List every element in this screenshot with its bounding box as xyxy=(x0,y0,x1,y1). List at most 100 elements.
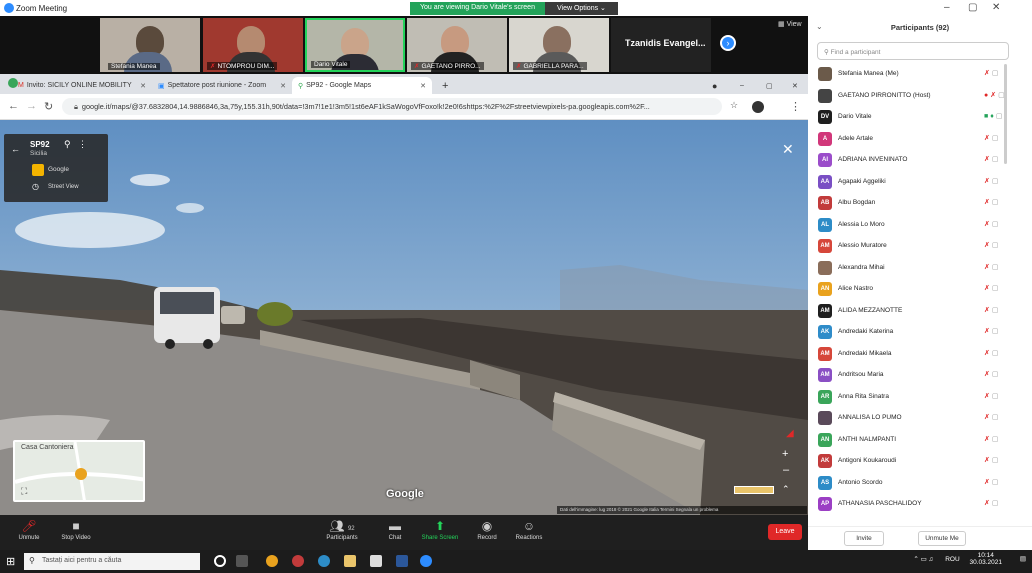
participant-row[interactable]: AS Antonio Scordo ✗▢ xyxy=(808,473,1032,494)
chrome-maximize-icon[interactable]: ▢ xyxy=(760,77,773,94)
participants-button[interactable]: 👥︎ 92 Participants xyxy=(320,519,364,541)
participant-row[interactable]: AN ANTHI NALMPANTI ✗▢ xyxy=(808,430,1032,451)
tab-invito[interactable]: M Invito: SICILY ONLINE MOBILITY ✕ xyxy=(12,77,152,94)
participant-row[interactable]: A Adele Artale ✗▢ xyxy=(808,129,1032,150)
task-view-icon[interactable] xyxy=(236,555,248,567)
participant-row[interactable]: AR Anna Rita Sinatra ✗▢ xyxy=(808,387,1032,408)
more-options-icon[interactable]: ⋮ xyxy=(78,139,87,150)
muted-mic-icon: 🎤︎ xyxy=(21,519,37,533)
participant-row[interactable]: GAETANO PIRRONITTO (Host) ●✗▢ xyxy=(808,86,1032,107)
history-clock-icon[interactable]: ◷ xyxy=(32,182,39,191)
chrome-taskbar-icon[interactable] xyxy=(266,555,278,567)
zoom-taskbar-icon[interactable] xyxy=(420,555,432,567)
back-icon[interactable]: ← xyxy=(8,100,19,112)
notifications-icon[interactable]: ▤ xyxy=(1020,556,1026,563)
tab-close-icon[interactable]: ✕ xyxy=(140,82,146,90)
avatar: A xyxy=(818,131,832,146)
imagery-thumbnails[interactable] xyxy=(734,486,774,494)
view-button[interactable]: ▦ View xyxy=(778,20,802,28)
camera-off-icon: ▢ xyxy=(991,457,1001,464)
participant-row[interactable]: AM ALIDA MEZZANOTTE ✗▢ xyxy=(808,301,1032,322)
opera-taskbar-icon[interactable] xyxy=(292,555,304,567)
forward-icon[interactable]: → xyxy=(26,100,37,112)
expand-map-icon[interactable]: ⛶ xyxy=(21,486,27,497)
unmute-me-button[interactable]: Unmute Me xyxy=(918,531,966,546)
share-screen-button[interactable]: ⬆ Share Screen xyxy=(420,519,460,541)
reload-icon[interactable]: ↻ xyxy=(44,100,53,113)
tab-zoom[interactable]: ▣ Spettatore post riunione - Zoom ✕ xyxy=(152,77,292,94)
minimize-icon[interactable]: – xyxy=(944,2,950,13)
clock[interactable]: 10:14 30.03.2021 xyxy=(969,552,1002,566)
word-icon[interactable] xyxy=(396,555,408,567)
leave-button[interactable]: Leave xyxy=(768,524,802,540)
edge-taskbar-icon[interactable] xyxy=(318,555,330,567)
maximize-icon[interactable]: ▢ xyxy=(968,2,977,13)
tab-close-icon[interactable]: ✕ xyxy=(280,82,286,90)
tab-label: Invito: SICILY ONLINE MOBILITY xyxy=(26,82,132,89)
participant-row[interactable]: AA Agapaki Aggeliki ✗▢ xyxy=(808,172,1032,193)
participant-row[interactable]: AN Alice Nastro ✗▢ xyxy=(808,279,1032,300)
new-tab-button[interactable]: + xyxy=(436,77,448,94)
video-thumbnail[interactable]: ✗ NTOMPROU DIM... xyxy=(203,18,303,72)
windows-start-icon[interactable]: ⊞ xyxy=(6,555,15,568)
chrome-record-icon[interactable]: ● xyxy=(706,77,717,94)
chrome-close-icon[interactable]: ✕ xyxy=(786,77,798,94)
tab-close-icon[interactable]: ✕ xyxy=(420,82,426,90)
expand-up-icon[interactable]: ⌃ xyxy=(782,484,790,495)
chrome-menu-icon[interactable]: ⋮ xyxy=(790,100,801,113)
mini-map[interactable]: Casa Cantoniera ⛶ xyxy=(13,440,145,502)
participant-status-icons: ✗▢ xyxy=(984,306,1001,314)
video-thumbnail[interactable]: ✗ GABRIELLA PARA... xyxy=(509,18,609,72)
participants-count: 92 xyxy=(347,526,355,532)
zoom-in-icon[interactable]: + xyxy=(782,448,788,460)
avatar: AM xyxy=(818,346,832,361)
compass-icon[interactable]: ◢ xyxy=(786,428,794,439)
participant-row[interactable]: AI ADRIANA INVENINATO ✗▢ xyxy=(808,150,1032,171)
street-view-info-card[interactable]: ← SP92 Sicilia ⚲ ⋮ Google ◷ Street View xyxy=(4,134,108,202)
store-icon[interactable] xyxy=(370,555,382,567)
participant-row[interactable]: AM Andredaki Mikaela ✗▢ xyxy=(808,344,1032,365)
reactions-button[interactable]: ☺ Reactions xyxy=(512,519,546,541)
star-icon[interactable]: ☆ xyxy=(730,100,738,111)
zoom-out-icon[interactable]: – xyxy=(783,464,789,476)
file-explorer-icon[interactable] xyxy=(344,555,356,567)
participant-row[interactable]: DV Dario Vitale ■♦▢ xyxy=(808,107,1032,128)
address-bar[interactable]: 🔒︎ google.it/maps/@37.6832804,14.9886846,… xyxy=(62,98,722,115)
participant-row[interactable]: AM Andritsou Maria ✗▢ xyxy=(808,365,1032,386)
extension-icon[interactable] xyxy=(752,101,764,113)
tray-icons[interactable]: ⌃ ▭ ♫ xyxy=(913,556,935,563)
video-thumbnail[interactable]: ✗ GAETANO PIRRO... xyxy=(407,18,507,72)
cortana-icon[interactable] xyxy=(214,555,226,567)
tab-label: Spettatore post riunione - Zoom xyxy=(167,82,267,89)
participant-row[interactable]: AK Antigoni Koukaroudi ✗▢ xyxy=(808,451,1032,472)
back-arrow-icon[interactable]: ← xyxy=(11,144,20,154)
tab-google-maps[interactable]: ⚲ SP92 - Google Maps ✕ xyxy=(292,77,432,94)
chrome-minimize-icon[interactable]: – xyxy=(734,77,744,94)
mic-muted-icon: ✗ xyxy=(984,199,992,206)
language-indicator[interactable]: ROU xyxy=(945,556,959,563)
view-options-button[interactable]: View Options ⌄ xyxy=(544,2,618,15)
chat-button[interactable]: ▬ Chat xyxy=(382,519,408,541)
stop-video-button[interactable]: ■ Stop Video xyxy=(56,519,96,541)
participant-row[interactable]: AK Andredaki Katerina ✗▢ xyxy=(808,322,1032,343)
taskbar-search-input[interactable]: ⚲ Tastați aici pentru a căuta xyxy=(24,553,200,570)
video-thumbnail-active-speaker[interactable]: Dario Vitale xyxy=(305,18,405,72)
participant-row[interactable]: AP ATHANASIA PASCHALIDOY ✗▢ xyxy=(808,494,1032,515)
record-button[interactable]: ◉ Record xyxy=(474,519,500,541)
close-street-view-icon[interactable]: ✕ xyxy=(782,141,794,158)
participant-row[interactable]: AL Alessia Lo Moro ✗▢ xyxy=(808,215,1032,236)
next-page-button[interactable]: › xyxy=(720,35,736,51)
find-participant-input[interactable]: ⚲ Find a participant xyxy=(817,42,1009,60)
location-pin-icon[interactable]: ⚲ xyxy=(64,139,71,150)
list-scrollbar[interactable] xyxy=(1004,64,1007,164)
participant-row[interactable]: ANNALISA LO PUMO ✗▢ xyxy=(808,408,1032,429)
video-thumbnail[interactable]: Stefania Manea xyxy=(100,18,200,72)
unmute-button[interactable]: 🎤︎ Unmute xyxy=(14,519,44,541)
close-icon[interactable]: ✕ xyxy=(992,2,1000,13)
participant-row[interactable]: Stefania Manea (Me) ✗▢ xyxy=(808,64,1032,85)
participant-row[interactable]: Alexandra Mihai ✗▢ xyxy=(808,258,1032,279)
participant-row[interactable]: AM Alessio Muratore ✗▢ xyxy=(808,236,1032,257)
participant-row[interactable]: AB Albu Bogdan ✗▢ xyxy=(808,193,1032,214)
invite-button[interactable]: Invite xyxy=(844,531,884,546)
unmute-label: Unmute xyxy=(18,535,40,541)
